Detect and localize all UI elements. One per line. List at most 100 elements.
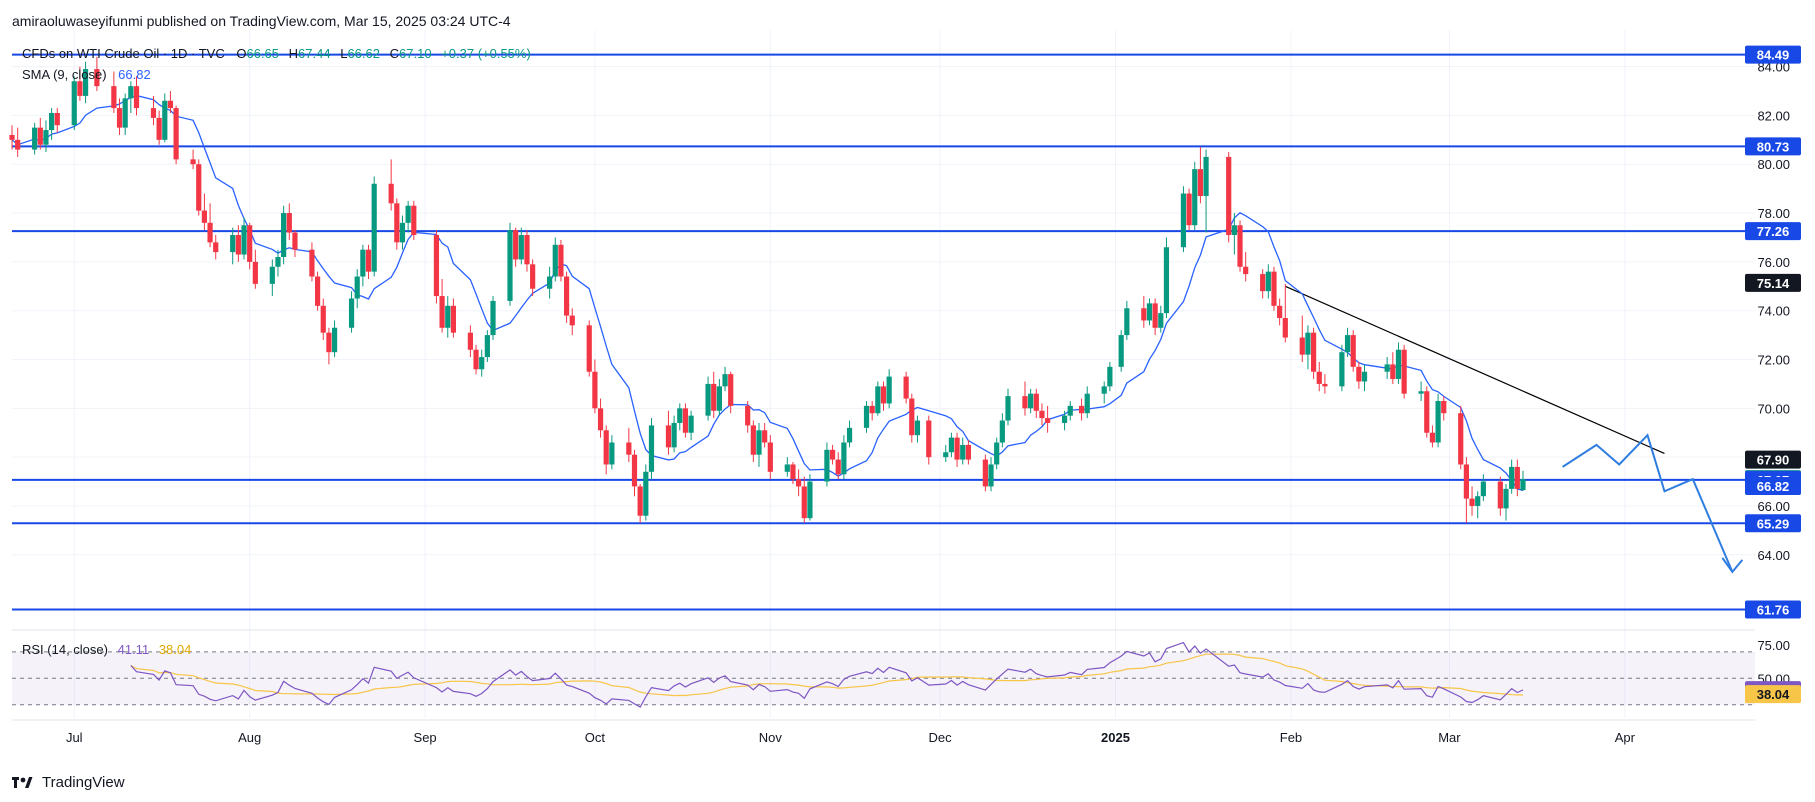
candle-body xyxy=(1061,415,1068,423)
candle-body xyxy=(326,332,332,353)
price-tick-label: 70.00 xyxy=(1757,401,1790,416)
candle-body xyxy=(247,225,253,262)
candle-body xyxy=(467,332,473,350)
candle-body xyxy=(213,242,219,253)
candle-body xyxy=(914,420,921,436)
candle-body xyxy=(1350,335,1356,367)
candle-body xyxy=(824,449,830,482)
candle-body xyxy=(1141,308,1147,321)
legend-high-label: H xyxy=(289,46,298,61)
candle-body xyxy=(841,442,847,475)
chart-canvas[interactable]: amiraoluwaseyifunmi published on Trading… xyxy=(0,0,1815,802)
candle-body xyxy=(745,405,751,426)
candle-body xyxy=(880,386,887,404)
candle-body xyxy=(1514,466,1520,489)
price-label-text: 67.90 xyxy=(1757,453,1790,468)
candle-body xyxy=(1101,386,1107,394)
candle-body xyxy=(156,117,162,140)
candle-body xyxy=(173,108,179,160)
candle-body xyxy=(433,235,440,297)
candle-body xyxy=(1316,371,1322,384)
candle-body xyxy=(150,108,157,118)
candle-body xyxy=(886,376,892,404)
candle-body xyxy=(405,205,411,223)
candle-body xyxy=(513,230,519,260)
candle-body xyxy=(1146,303,1153,321)
candle-body xyxy=(399,222,406,243)
candle xyxy=(1163,237,1170,319)
candle xyxy=(314,271,321,311)
candle-body xyxy=(190,159,196,165)
sma-value: 66.82 xyxy=(118,67,151,82)
candle xyxy=(394,198,400,250)
candle-body xyxy=(162,100,168,140)
candle-body xyxy=(235,235,241,255)
time-tick-label: Aug xyxy=(238,730,261,745)
candle-body xyxy=(1226,156,1232,236)
candle-body xyxy=(32,127,38,150)
candle-body xyxy=(1277,305,1283,319)
candle-body xyxy=(1509,466,1515,489)
candle-body xyxy=(411,205,417,236)
price-tick-label: 80.00 xyxy=(1757,157,1790,172)
rsi-tick-label: 75.00 xyxy=(1757,638,1790,653)
candle-body xyxy=(807,481,813,519)
candle-body xyxy=(643,471,649,516)
candle-body xyxy=(1361,371,1368,382)
candle xyxy=(926,415,932,465)
candle-body xyxy=(869,405,875,414)
time-tick-label: Sep xyxy=(414,730,437,745)
candle-body xyxy=(314,276,321,306)
candle-body xyxy=(796,479,802,487)
candle xyxy=(490,296,496,340)
candle-body xyxy=(196,164,202,211)
legend-open-value: 66.65 xyxy=(246,46,279,61)
time-tick-label: Jul xyxy=(66,730,83,745)
candle-body xyxy=(801,486,807,519)
candle-body xyxy=(1158,313,1164,328)
candle-body xyxy=(1028,393,1034,409)
candle-body xyxy=(767,442,773,472)
candle-body xyxy=(439,296,445,328)
candle-body xyxy=(875,386,881,414)
candle-body xyxy=(230,235,236,253)
candle-body xyxy=(728,374,734,406)
candle-body xyxy=(9,134,15,140)
candle-body xyxy=(1339,352,1345,387)
price-tick-label: 76.00 xyxy=(1757,255,1790,270)
candle xyxy=(1401,344,1407,399)
candle-body xyxy=(1022,396,1028,409)
candle-body xyxy=(1180,193,1187,248)
price-label-badge: 84.49 xyxy=(1745,45,1801,64)
price-label-badge: 75.14 xyxy=(1745,273,1801,292)
candle xyxy=(1180,186,1187,253)
candle-body xyxy=(547,276,553,289)
candle xyxy=(196,159,202,216)
price-label-badge: 61.76 xyxy=(1745,600,1801,619)
candle-body xyxy=(388,183,394,204)
legend-close-label: C xyxy=(390,46,399,61)
candle-body xyxy=(722,374,728,387)
candle-body xyxy=(711,383,717,411)
candle-body xyxy=(394,203,400,243)
candle-body xyxy=(1045,418,1051,423)
candle xyxy=(173,105,179,165)
candle-body xyxy=(1084,393,1090,414)
candle-body xyxy=(988,464,994,487)
candle-body xyxy=(1503,488,1509,509)
legend-change: +0.37 (+0.55%) xyxy=(441,46,531,61)
candle-body xyxy=(281,213,287,257)
candle-body xyxy=(1497,481,1503,509)
candle xyxy=(1186,188,1192,231)
price-label-text: 84.49 xyxy=(1757,48,1790,63)
candle-body xyxy=(1265,271,1271,292)
candle-body xyxy=(552,244,558,277)
candle-body xyxy=(1124,308,1130,336)
candle-body xyxy=(77,81,83,96)
candle xyxy=(1237,220,1243,272)
candle xyxy=(1192,161,1198,231)
candle-body xyxy=(863,405,870,428)
candle-body xyxy=(252,261,258,284)
tradingview-brand: TradingView xyxy=(42,774,125,791)
candle-body xyxy=(1520,479,1526,491)
